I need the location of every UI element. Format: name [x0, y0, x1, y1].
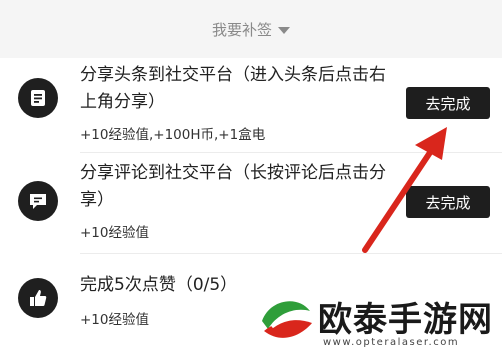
watermark-title: 欧泰手游网 — [318, 300, 493, 340]
watermark-url: www.opteralaser.com — [323, 337, 460, 348]
